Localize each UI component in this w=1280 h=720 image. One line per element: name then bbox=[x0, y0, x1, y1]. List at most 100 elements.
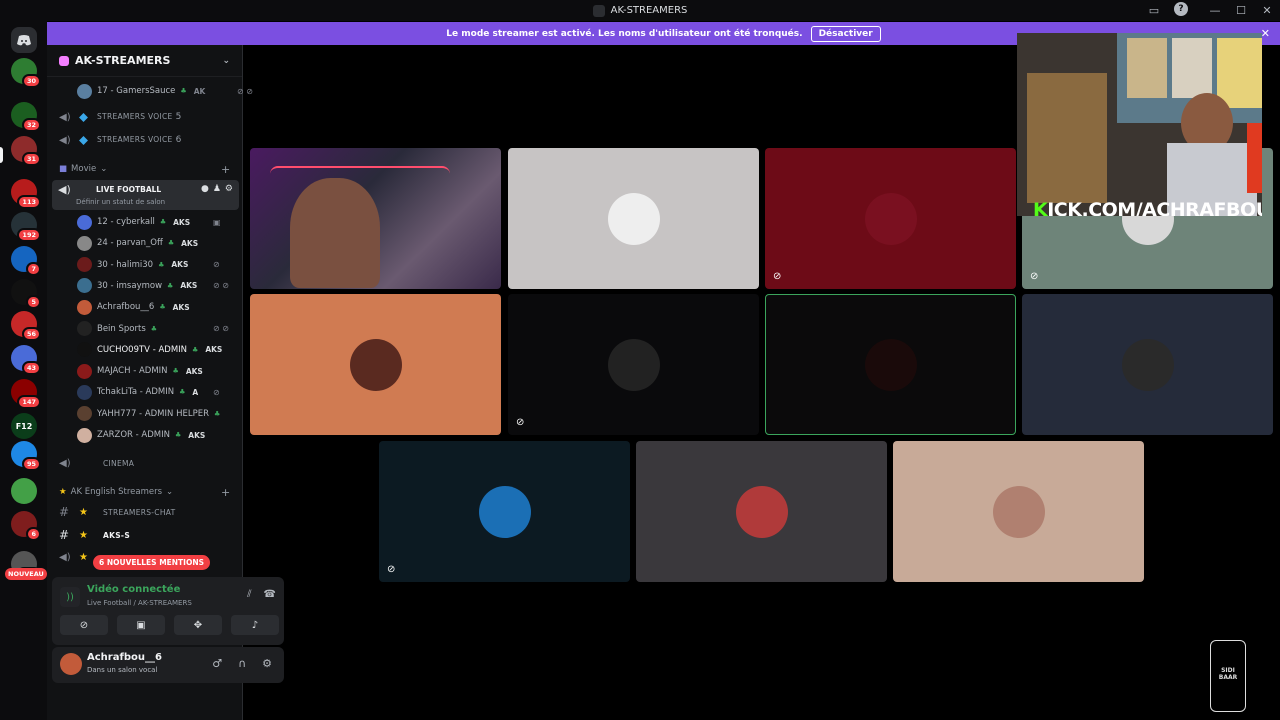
server-icon[interactable]: 32 bbox=[11, 102, 41, 132]
microphone-icon[interactable]: ♂ bbox=[212, 657, 222, 670]
leaf-icon: ♣ bbox=[192, 345, 199, 354]
channel-streamers-voice-6[interactable]: ◀) Streamers Voice 6 bbox=[47, 130, 243, 150]
camera-off-button[interactable]: ⊘ bbox=[60, 615, 108, 635]
voice-location[interactable]: Live Football / AK-STREAMERS bbox=[87, 599, 192, 607]
discord-home-icon[interactable] bbox=[11, 27, 37, 53]
voice-user[interactable]: 24 - parvan_Off ♣ AKS bbox=[77, 234, 198, 252]
maximize-button[interactable]: ☐ bbox=[1228, 4, 1254, 17]
server-icon[interactable]: 30 bbox=[11, 58, 41, 88]
video-tile[interactable] bbox=[250, 294, 501, 435]
voice-user-name: 17 - GamersSauce bbox=[97, 86, 176, 96]
soundboard-button[interactable]: ♪ bbox=[231, 615, 279, 635]
channel-name: Streamers Voice bbox=[97, 112, 173, 121]
voice-user[interactable]: 17 - GamersSauce ♣ AK ⊘ ⊘ bbox=[77, 82, 253, 100]
server-icon[interactable]: 31 bbox=[11, 136, 41, 166]
guild-header[interactable]: AK-STREAMERS ⌄ bbox=[47, 45, 242, 77]
server-icon[interactable]: 7 bbox=[11, 246, 41, 276]
chevron-down-icon: ⌄ bbox=[222, 55, 230, 66]
server-icon[interactable]: 6 bbox=[11, 511, 41, 541]
voice-user[interactable]: TchakLiTa - ADMIN ♣ A ⊘ bbox=[77, 383, 220, 401]
channel-streamers-voice-5[interactable]: ◀) Streamers Voice 5 bbox=[47, 107, 243, 127]
category-english[interactable]: ★ AK English Streamers ⌄ + bbox=[59, 486, 230, 499]
avatar[interactable] bbox=[60, 653, 82, 675]
voice-user[interactable]: ZARZOR - ADMIN ♣ AKS bbox=[77, 426, 205, 444]
voice-user[interactable]: Achrafbou__6 ♣ AKS bbox=[77, 298, 190, 316]
voice-user[interactable]: Bein Sports ♣ ⊘ ⊘ bbox=[77, 320, 229, 338]
add-channel-icon[interactable]: + bbox=[221, 486, 230, 499]
server-icon[interactable]: 56 bbox=[11, 311, 41, 341]
avatar bbox=[992, 485, 1045, 538]
video-tile[interactable] bbox=[765, 294, 1016, 435]
server-icon[interactable]: 43 bbox=[11, 345, 41, 375]
gear-icon[interactable]: ⚙ bbox=[262, 657, 272, 670]
channel-aks-s[interactable]: # ★ aks-s bbox=[47, 525, 243, 545]
voice-user[interactable]: CUCHO09TV - ADMIN ♣ AKS bbox=[77, 341, 222, 359]
headphones-icon[interactable]: ∩ bbox=[238, 657, 246, 670]
voice-user[interactable]: 12 - cyberkall ♣ AKS ▣ bbox=[77, 213, 221, 231]
neon-light bbox=[270, 166, 450, 190]
video-tile[interactable]: ⊘ bbox=[379, 441, 630, 582]
activities-button[interactable]: ✥ bbox=[174, 615, 222, 635]
video-tile[interactable] bbox=[1022, 294, 1273, 435]
inbox-icon[interactable]: ▭ bbox=[1146, 2, 1162, 18]
category-movie[interactable]: ■ Movie ⌄ + bbox=[59, 163, 230, 176]
minimize-button[interactable]: — bbox=[1202, 4, 1228, 17]
channel-cinema[interactable]: ◀) Cinema bbox=[47, 453, 243, 473]
banner-close-icon[interactable]: ✕ bbox=[1261, 27, 1270, 40]
channel-sidebar: AK-STREAMERS ⌄ 17 - GamersSauce ♣ AK ⊘ ⊘… bbox=[47, 45, 284, 720]
channel-name: streamers-chat bbox=[103, 507, 176, 517]
disconnect-icon[interactable]: ☎ bbox=[264, 589, 276, 600]
server-icon[interactable]: 5 bbox=[11, 279, 41, 309]
screen-share-button[interactable]: ▣ bbox=[117, 615, 165, 635]
server-icon[interactable] bbox=[11, 478, 37, 504]
voice-user[interactable]: 30 - halimi30 ♣ AKS ⊘ bbox=[77, 256, 220, 274]
voice-user-tag: AKS bbox=[172, 302, 190, 312]
close-button[interactable]: ✕ bbox=[1254, 4, 1280, 17]
video-tile[interactable] bbox=[508, 148, 759, 289]
voice-connection-panel: )) Vidéo connectée Live Football / AK-ST… bbox=[52, 577, 284, 645]
voice-status[interactable]: Vidéo connectée bbox=[87, 584, 180, 595]
server-icon[interactable]: 147 bbox=[11, 379, 41, 409]
video-tile[interactable] bbox=[636, 441, 887, 582]
leaf-icon: ♣ bbox=[158, 260, 165, 269]
disable-streamer-mode-button[interactable]: Désactiver bbox=[810, 25, 881, 42]
leaf-icon: ♣ bbox=[150, 324, 158, 333]
hash-icon: # bbox=[59, 528, 70, 542]
channel-streamers-chat[interactable]: # ★ streamers-chat bbox=[47, 502, 243, 522]
voice-user[interactable]: YAHH777 - ADMIN HELPER ♣ bbox=[77, 405, 227, 423]
mention-badge: 56 bbox=[21, 327, 41, 341]
server-icon[interactable]: F12 bbox=[11, 413, 37, 439]
add-channel-icon[interactable]: + bbox=[221, 163, 230, 176]
status-icons: ▣ bbox=[213, 217, 221, 227]
mention-badge: 5 bbox=[26, 295, 41, 309]
avatar bbox=[77, 384, 92, 400]
avatar bbox=[77, 363, 92, 379]
video-tile[interactable]: ⊘ bbox=[765, 148, 1016, 289]
category-name: AK English Streamers bbox=[70, 487, 163, 497]
video-tile[interactable] bbox=[893, 441, 1144, 582]
avatar bbox=[77, 342, 92, 358]
avatar bbox=[864, 338, 917, 391]
gear-icon[interactable]: ⚙ bbox=[225, 184, 233, 194]
video-tile[interactable]: ⊘ bbox=[508, 294, 759, 435]
status-icons: ⊘ bbox=[213, 387, 220, 397]
server-icon[interactable]: 192 bbox=[11, 212, 41, 242]
avatar bbox=[77, 321, 92, 336]
help-icon[interactable]: ? bbox=[1174, 2, 1188, 16]
channel-live-football[interactable]: ◀) Live Football Définir un statut de sa… bbox=[52, 180, 239, 210]
avatar bbox=[478, 485, 531, 538]
channel-status[interactable]: Définir un statut de salon bbox=[76, 198, 165, 206]
invite-icon[interactable]: ♟ bbox=[213, 184, 221, 194]
server-icon[interactable]: 95 bbox=[11, 441, 41, 471]
muted-icons: ⊘ ⊘ bbox=[237, 86, 253, 96]
mention-badge: 147 bbox=[17, 395, 41, 409]
video-tile[interactable] bbox=[250, 148, 501, 289]
new-mentions-badge[interactable]: 6 NOUVELLES MENTIONS bbox=[93, 555, 211, 570]
chat-icon[interactable]: ● bbox=[201, 184, 209, 194]
server-icon[interactable]: 113 bbox=[11, 179, 41, 209]
voice-user[interactable]: MAJACH - ADMIN ♣ AKS bbox=[77, 362, 203, 380]
chevron-down-icon: ⌄ bbox=[100, 164, 108, 174]
noise-suppression-icon[interactable]: ⫽ bbox=[247, 589, 251, 600]
username[interactable]: Achrafbou__6 bbox=[87, 652, 162, 663]
voice-user[interactable]: 30 - imsaymow ♣ AKS ⊘ ⊘ bbox=[77, 277, 229, 295]
